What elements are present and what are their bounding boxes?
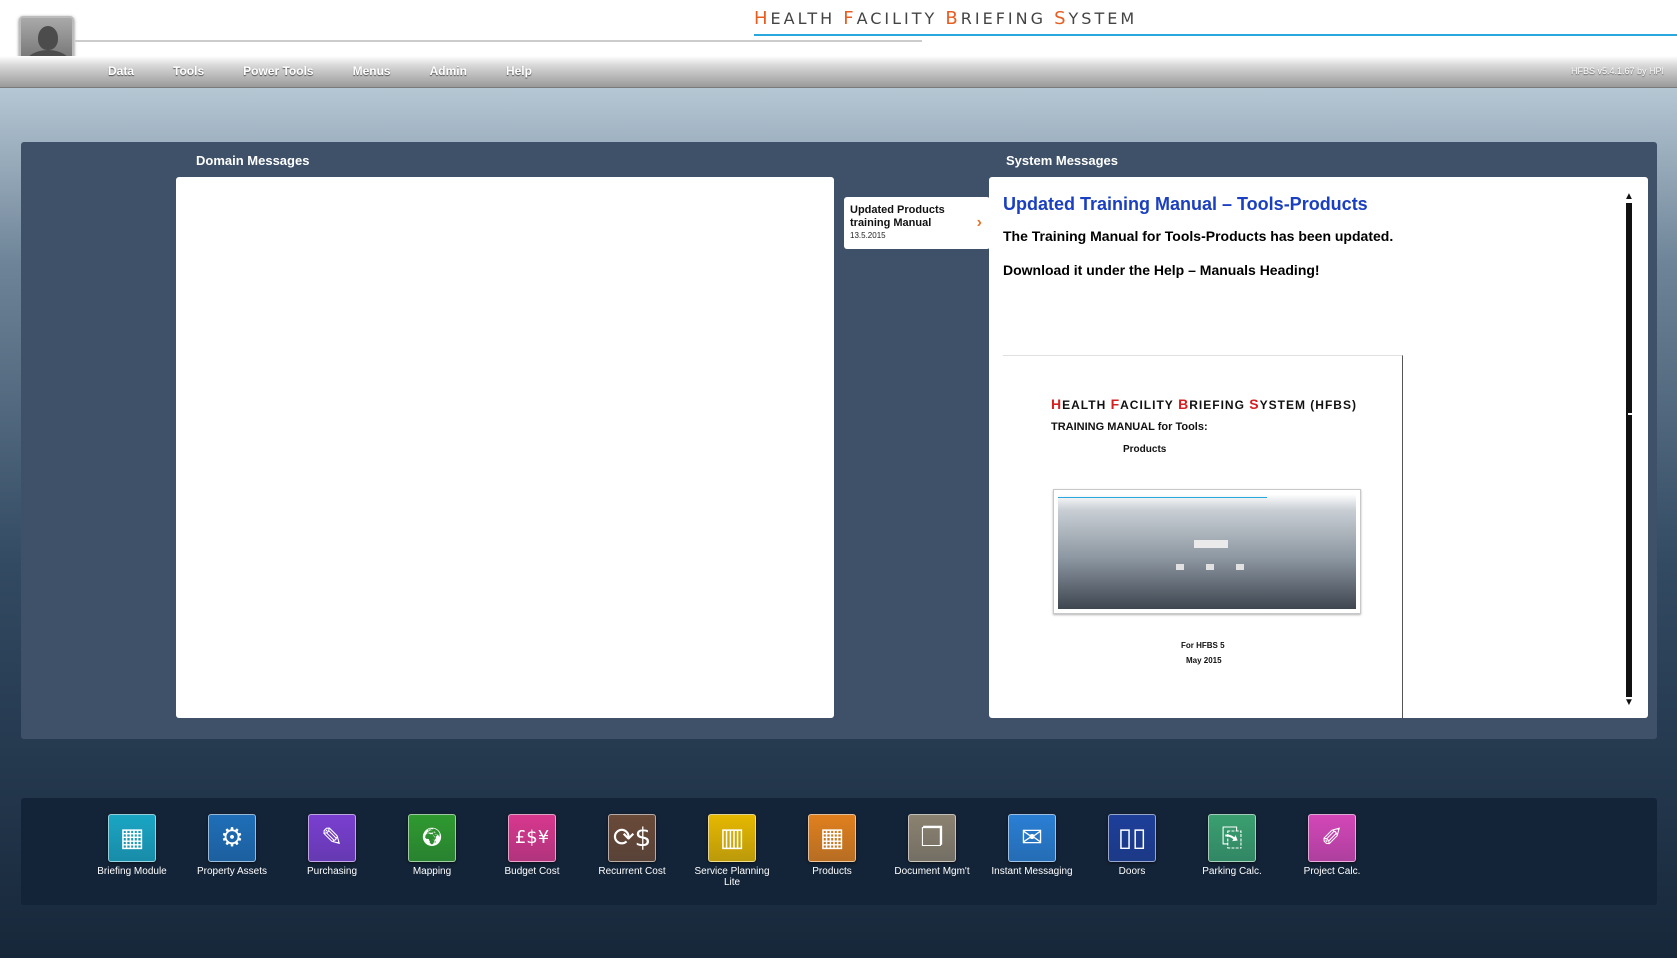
app-project-calc[interactable]: ✐ Project Calc. xyxy=(1282,814,1382,877)
scroll-up-arrow-icon[interactable]: ▲ xyxy=(1623,191,1635,203)
manual-topic: Products xyxy=(1123,444,1167,455)
title-initial: S xyxy=(1249,396,1260,412)
title-initial: H xyxy=(754,8,771,29)
app-instant-messaging[interactable]: ✉ Instant Messaging xyxy=(982,814,1082,877)
title-word: EALTH xyxy=(1062,398,1111,412)
gears-icon[interactable]: ⚙ xyxy=(208,814,256,862)
system-message-list-item[interactable]: Updated Products training Manual 13.5.20… xyxy=(844,197,990,249)
title-word: YSTEM xyxy=(1068,9,1138,28)
title-word: ACILITY xyxy=(856,9,946,28)
title-word: EALTH xyxy=(770,9,844,28)
message-item-title: Updated Products training Manual xyxy=(850,204,945,229)
app-label: Recurrent Cost xyxy=(598,866,666,877)
nav-menu: Data Tools Power Tools Menus Admin Help xyxy=(108,64,571,78)
app-title: HEALTH FACILITY BRIEFING SYSTEM xyxy=(754,8,1137,29)
scroll-down-arrow-icon[interactable]: ▼ xyxy=(1623,697,1635,709)
map-icon[interactable]: 🌍︎ xyxy=(408,814,456,862)
nav-item-data[interactable]: Data xyxy=(108,64,134,78)
nav-item-tools[interactable]: Tools xyxy=(173,64,204,78)
message-body-line-2: Download it under the Help – Manuals Hea… xyxy=(1003,262,1320,278)
app-products[interactable]: ▦ Products xyxy=(782,814,882,877)
title-initial: B xyxy=(945,8,961,29)
header-accent-line xyxy=(754,34,1677,36)
system-message-content: Updated Training Manual – Tools-Products… xyxy=(989,177,1648,718)
scrollbar-track[interactable] xyxy=(1626,203,1636,697)
title-word: RIEFING xyxy=(1189,398,1250,412)
app-budget-cost[interactable]: £$¥ Budget Cost xyxy=(482,814,582,877)
manual-cover-image: HEALTH FACILITY BRIEFING SYSTEM (HFBS) T… xyxy=(1003,355,1403,718)
app-doors[interactable]: ▯▯ Doors xyxy=(1082,814,1182,877)
nav-item-power-tools[interactable]: Power Tools xyxy=(243,64,313,78)
app-parking-calc[interactable]: ⎘ Parking Calc. xyxy=(1182,814,1282,877)
app-label: Budget Cost xyxy=(504,866,560,877)
header-divider xyxy=(75,40,922,42)
boxes-icon[interactable]: ▦ xyxy=(808,814,856,862)
app-label: Briefing Module xyxy=(97,866,167,877)
app-mapping[interactable]: 🌍︎ Mapping xyxy=(382,814,482,877)
chat-icon[interactable]: ✉ xyxy=(1008,814,1056,862)
domain-messages-box xyxy=(176,177,834,718)
app-label: Parking Calc. xyxy=(1202,866,1262,877)
manual-subtitle: TRAINING MANUAL for Tools: xyxy=(1051,421,1208,433)
title-initial: B xyxy=(1178,396,1190,412)
system-messages-label: System Messages xyxy=(1006,153,1119,168)
app-label: Property Assets xyxy=(196,866,268,877)
app-label: Doors xyxy=(1118,866,1146,877)
app-briefing-module[interactable]: ▦ Briefing Module xyxy=(82,814,182,877)
message-item-date: 13.5.2015 xyxy=(850,231,886,240)
message-scrollbar[interactable]: ▲ ▼ xyxy=(1623,191,1636,709)
purchasing-icon[interactable]: ✎ xyxy=(308,814,356,862)
app-label: Document Mgm't xyxy=(894,866,970,877)
chevron-right-icon: › xyxy=(976,214,982,231)
app-label: Products xyxy=(812,866,852,877)
app-label: Service Planning Lite xyxy=(694,866,770,888)
title-initial: F xyxy=(1110,396,1121,412)
project-calc-icon[interactable]: ✐ xyxy=(1308,814,1356,862)
navbar: Data Tools Power Tools Menus Admin Help HFBS … xyxy=(0,56,1677,88)
app-property-assets[interactable]: ⚙ Property Assets xyxy=(182,814,282,877)
manual-screenshot-thumbnail xyxy=(1053,489,1361,614)
title-word: ACILITY xyxy=(1120,398,1179,412)
title-word: YSTEM (HFBS) xyxy=(1259,398,1357,412)
briefing-icon[interactable]: ▦ xyxy=(108,814,156,862)
title-word: RIEFING xyxy=(960,9,1055,28)
manual-version: For HFBS 5 xyxy=(1181,641,1225,650)
scrollbar-grip-icon[interactable] xyxy=(1628,413,1636,415)
app-label: Purchasing xyxy=(306,866,358,877)
app-service-planning-lite[interactable]: ▥ Service Planning Lite xyxy=(682,814,782,888)
title-initial: S xyxy=(1054,8,1069,29)
app-recurrent-cost[interactable]: ⟳$ Recurrent Cost xyxy=(582,814,682,877)
app-label: Instant Messaging xyxy=(991,866,1073,877)
bottom-strip xyxy=(0,958,1677,963)
domain-messages-label: Domain Messages xyxy=(196,153,310,168)
nav-item-help[interactable]: Help xyxy=(506,64,532,78)
app-document-mgm-t[interactable]: ❐ Document Mgm't xyxy=(882,814,982,877)
title-initial: H xyxy=(1051,396,1063,412)
message-heading: Updated Training Manual – Tools-Products xyxy=(1003,194,1368,214)
parking-icon[interactable]: ⎘ xyxy=(1208,814,1256,862)
documents-icon[interactable]: ❐ xyxy=(908,814,956,862)
message-body-line-1: The Training Manual for Tools-Products h… xyxy=(1003,228,1394,244)
manual-title: HEALTH FACILITY BRIEFING SYSTEM (HFBS) xyxy=(1051,396,1357,412)
door-icon[interactable]: ▯▯ xyxy=(1108,814,1156,862)
nav-item-admin[interactable]: Admin xyxy=(430,64,467,78)
app-purchasing[interactable]: ✎ Purchasing xyxy=(282,814,382,877)
app-label: Project Calc. xyxy=(1303,866,1361,877)
manual-date: May 2015 xyxy=(1186,656,1222,665)
recurrent-cost-icon[interactable]: ⟳$ xyxy=(608,814,656,862)
header: HEALTH FACILITY BRIEFING SYSTEM Data Tool… xyxy=(0,0,1677,88)
title-initial: F xyxy=(843,8,857,29)
version-label: HFBS v5.4.1.67 by HPI xyxy=(1570,66,1664,76)
app-label: Mapping xyxy=(412,866,452,877)
currency-icon[interactable]: £$¥ xyxy=(508,814,556,862)
bar-chart-icon[interactable]: ▥ xyxy=(708,814,756,862)
nav-item-menus[interactable]: Menus xyxy=(353,64,391,78)
